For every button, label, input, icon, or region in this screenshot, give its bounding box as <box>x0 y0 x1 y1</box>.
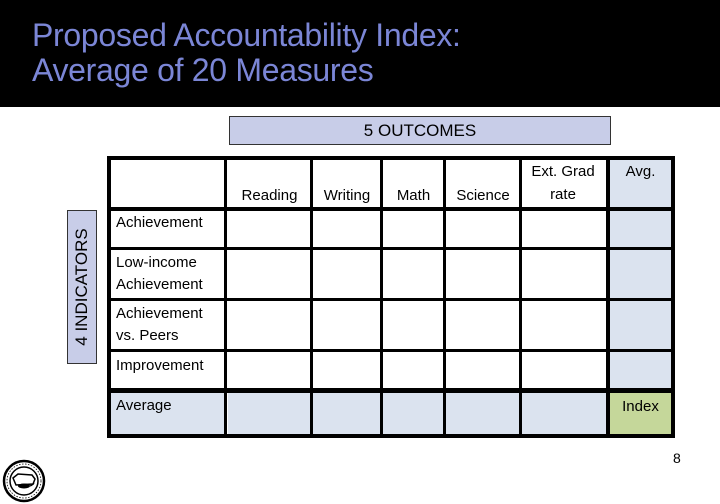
row-label-improvement: Improvement <box>116 357 204 374</box>
average-cell <box>313 391 381 435</box>
grid-line <box>107 388 675 393</box>
grid-line <box>107 156 675 160</box>
row-label-average: Average <box>116 397 172 414</box>
avg-cell <box>609 250 672 299</box>
grid-line <box>224 156 227 437</box>
column-header-avg: Avg. <box>625 163 656 180</box>
average-cell <box>383 391 444 435</box>
grid-line <box>107 349 675 352</box>
grid-line <box>107 207 675 211</box>
page-number: 8 <box>673 450 681 466</box>
grid-line <box>107 434 675 438</box>
indicators-header: 4 INDICATORS <box>67 210 97 364</box>
index-cell: Index <box>609 391 672 435</box>
avg-cell <box>609 301 672 350</box>
column-header-writing: Writing <box>323 187 371 204</box>
grid-line <box>107 247 675 250</box>
outcomes-header: 5 OUTCOMES <box>229 116 611 145</box>
grid-line <box>310 156 313 437</box>
column-header-math: Math <box>396 187 431 204</box>
column-header-ext-grad-rate: Ext. Grad rate <box>531 163 595 203</box>
grid-line <box>380 156 383 437</box>
column-header-reading: Reading <box>241 187 298 204</box>
average-cell <box>522 391 607 435</box>
grid-line <box>519 156 522 437</box>
row-label-achievement: Achievement <box>116 214 203 231</box>
state-seal-icon <box>2 459 46 503</box>
grid-line <box>671 156 675 437</box>
average-cell <box>446 391 520 435</box>
row-label-achievement-vs-peers: Achievement vs. Peers <box>116 305 203 344</box>
slide-title-line-2: Average of 20 Measures <box>32 52 374 88</box>
row-label-low-income-achievement: Low-income Achievement <box>116 254 203 293</box>
grid-line <box>107 156 111 437</box>
grid-line <box>107 298 675 301</box>
avg-cell <box>609 210 672 248</box>
avg-cell <box>609 352 672 389</box>
indicators-label: 4 INDICATORS <box>72 228 91 346</box>
grid-line <box>443 156 446 437</box>
title-bar: Proposed Accountability Index: Average o… <box>0 0 720 107</box>
slide-title-line-1: Proposed Accountability Index: <box>32 17 461 53</box>
grid-line <box>606 156 610 437</box>
average-cell <box>228 391 311 435</box>
column-header-science: Science <box>456 187 510 204</box>
